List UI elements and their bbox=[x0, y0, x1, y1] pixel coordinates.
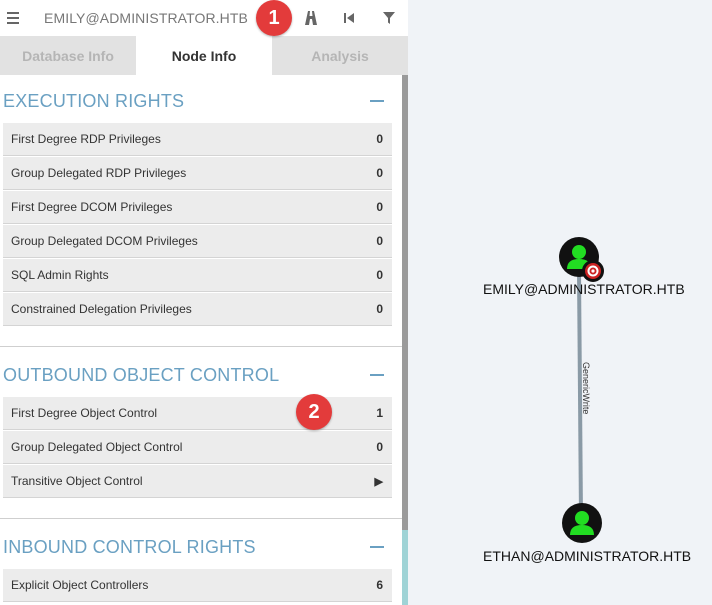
filter-icon[interactable] bbox=[380, 9, 398, 27]
section-title: INBOUND CONTROL RIGHTS bbox=[3, 536, 256, 557]
row-value: 0 bbox=[376, 200, 383, 214]
node-label-emily: EMILY@ADMINISTRATOR.HTB bbox=[483, 281, 685, 297]
row-label: First Degree RDP Privileges bbox=[11, 132, 161, 146]
row-label: SQL Admin Rights bbox=[11, 268, 109, 282]
edge-label: GenericWrite bbox=[581, 362, 591, 415]
table-row[interactable]: Group Delegated DCOM Privileges 0 bbox=[3, 225, 392, 258]
execution-rights-section: EXECUTION RIGHTS bbox=[0, 75, 402, 127]
row-label: Group Delegated DCOM Privileges bbox=[11, 234, 198, 248]
row-value: 6 bbox=[376, 578, 383, 592]
menu-icon[interactable] bbox=[0, 0, 26, 36]
outbound-object-control-header[interactable]: OUTBOUND OBJECT CONTROL bbox=[0, 349, 402, 401]
row-value: 0 bbox=[376, 302, 383, 316]
node-info-panel: EMILY@ADMINISTRATOR.HTB Database Info No… bbox=[0, 0, 408, 605]
row-label: Transitive Object Control bbox=[11, 474, 143, 488]
callout-badge-2: 2 bbox=[296, 394, 332, 430]
execution-rights-header[interactable]: EXECUTION RIGHTS bbox=[0, 75, 402, 127]
target-icon bbox=[582, 260, 604, 282]
table-row[interactable]: First Degree Object Control 1 bbox=[3, 397, 392, 430]
user-icon bbox=[570, 511, 594, 535]
table-row[interactable]: Explicit Object Controllers 6 bbox=[3, 569, 392, 602]
panel-tabs: Database Info Node Info Analysis bbox=[0, 36, 408, 75]
user-node-ethan[interactable] bbox=[562, 503, 602, 543]
section-divider bbox=[0, 518, 402, 519]
back-icon[interactable] bbox=[340, 9, 358, 27]
tab-analysis[interactable]: Analysis bbox=[272, 36, 408, 75]
inbound-control-rights-section: INBOUND CONTROL RIGHTS bbox=[0, 521, 402, 573]
section-title: OUTBOUND OBJECT CONTROL bbox=[3, 364, 280, 385]
row-label: First Degree DCOM Privileges bbox=[11, 200, 173, 214]
row-label: Group Delegated Object Control bbox=[11, 440, 183, 454]
tab-node-info[interactable]: Node Info bbox=[136, 36, 272, 75]
table-row[interactable]: Constrained Delegation Privileges 0 bbox=[3, 293, 392, 326]
table-row[interactable]: Group Delegated RDP Privileges 0 bbox=[3, 157, 392, 190]
row-label: First Degree Object Control bbox=[11, 406, 158, 420]
row-label: Group Delegated RDP Privileges bbox=[11, 166, 187, 180]
collapse-icon[interactable] bbox=[370, 100, 384, 102]
node-label-ethan: ETHAN@ADMINISTRATOR.HTB bbox=[483, 548, 692, 564]
collapse-icon[interactable] bbox=[370, 546, 384, 548]
callout-badge-1: 1 bbox=[256, 0, 292, 36]
node-info-content: EXECUTION RIGHTS First Degree RDP Privil… bbox=[0, 75, 402, 605]
inbound-control-rights-header[interactable]: INBOUND CONTROL RIGHTS bbox=[0, 521, 402, 573]
section-title: EXECUTION RIGHTS bbox=[3, 90, 185, 111]
table-row[interactable]: Transitive Object Control ▶ bbox=[3, 465, 392, 498]
path-icon[interactable] bbox=[302, 9, 320, 27]
table-row[interactable]: First Degree DCOM Privileges 0 bbox=[3, 191, 392, 224]
section-divider bbox=[0, 346, 402, 347]
table-row[interactable]: SQL Admin Rights 0 bbox=[3, 259, 392, 292]
tab-database-info[interactable]: Database Info bbox=[0, 36, 136, 75]
outbound-object-control-section: OUTBOUND OBJECT CONTROL bbox=[0, 349, 402, 401]
row-value: 0 bbox=[376, 132, 383, 146]
row-label: Explicit Object Controllers bbox=[11, 578, 149, 592]
row-label: Constrained Delegation Privileges bbox=[11, 302, 192, 316]
collapse-icon[interactable] bbox=[370, 374, 384, 376]
row-value: 0 bbox=[376, 234, 383, 248]
search-input[interactable]: EMILY@ADMINISTRATOR.HTB bbox=[44, 10, 248, 26]
row-value: 1 bbox=[376, 406, 383, 420]
expand-arrow-icon[interactable]: ▶ bbox=[375, 475, 383, 488]
row-value: 0 bbox=[376, 268, 383, 282]
table-row[interactable]: First Degree RDP Privileges 0 bbox=[3, 123, 392, 156]
row-value: 0 bbox=[376, 166, 383, 180]
row-value: 0 bbox=[376, 440, 383, 454]
table-row[interactable]: Group Delegated Object Control 0 bbox=[3, 431, 392, 464]
graph-canvas[interactable]: GenericWrite EMILY@ADMINISTRATOR.HTB ETH… bbox=[408, 0, 712, 605]
graph-edges bbox=[577, 271, 583, 519]
